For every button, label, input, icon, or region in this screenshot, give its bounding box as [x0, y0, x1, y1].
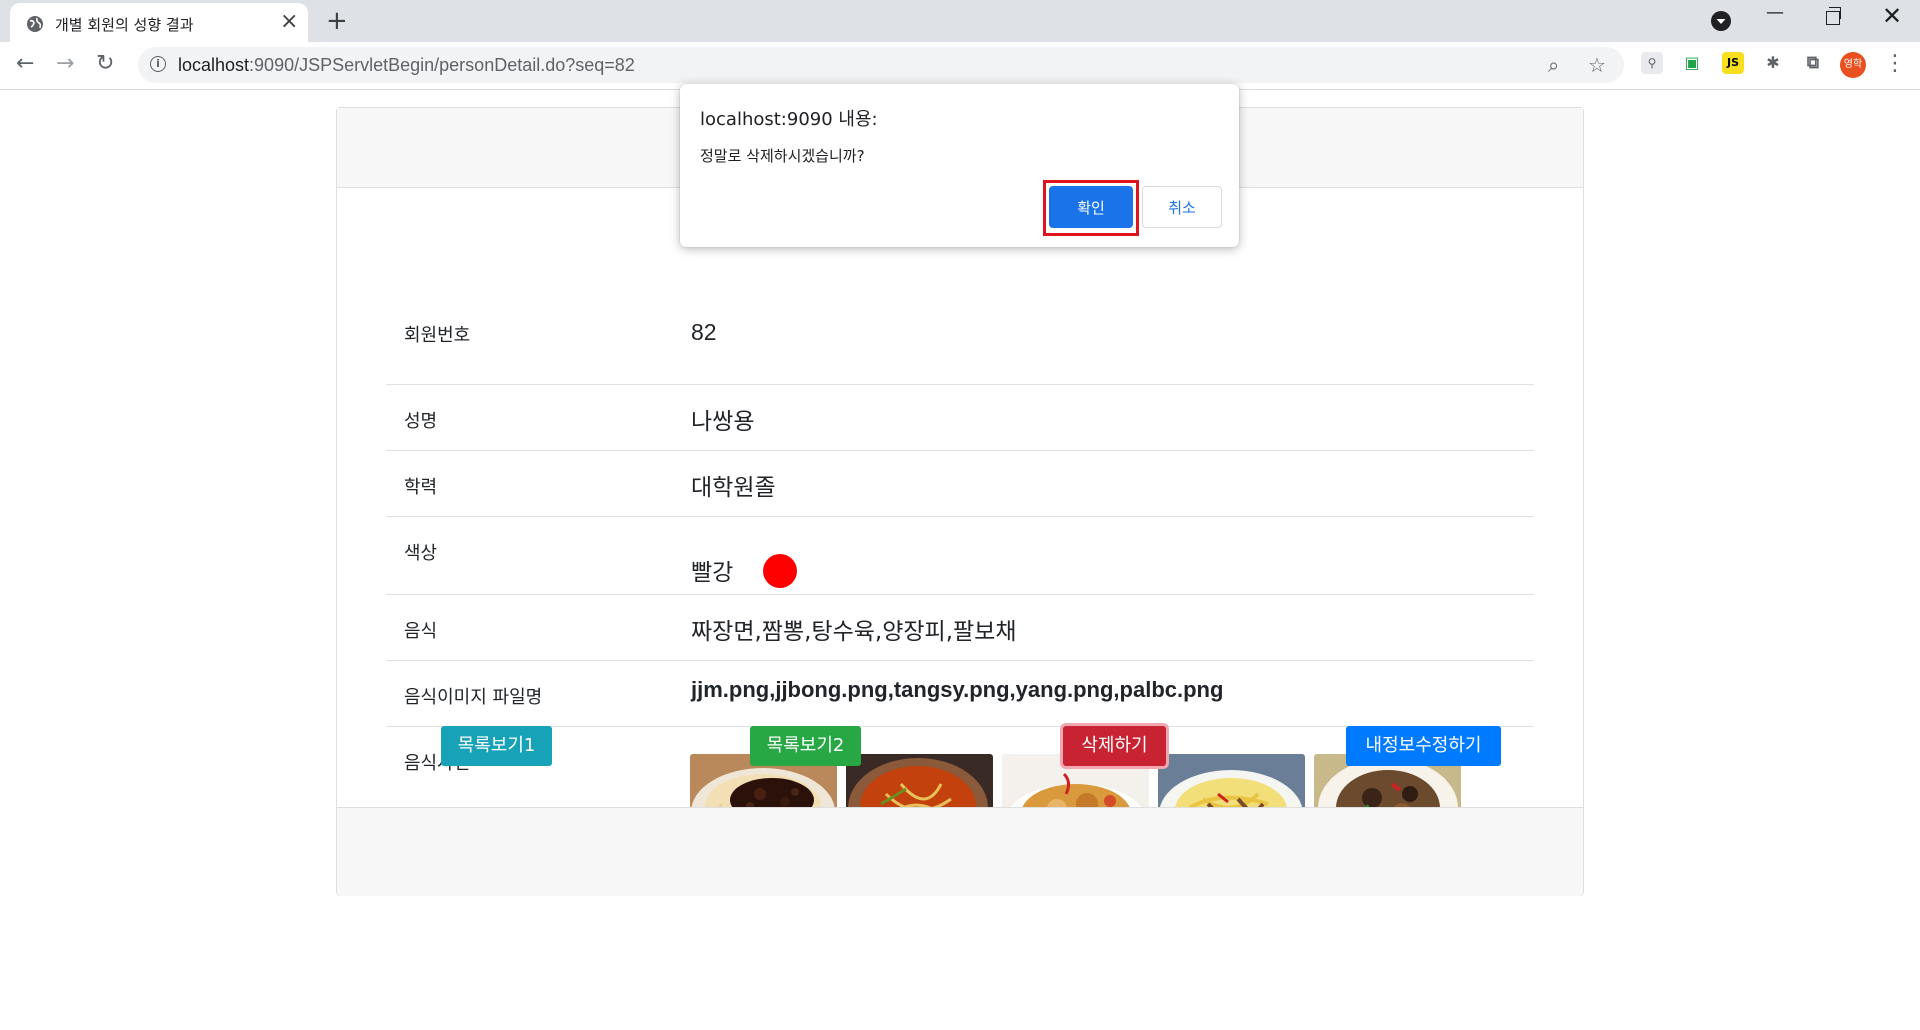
url-host: localhost — [178, 55, 250, 75]
confirm-cancel-button[interactable]: 취소 — [1142, 186, 1222, 228]
site-info-icon[interactable]: i — [150, 56, 166, 72]
delete-button[interactable]: 삭제하기 — [1063, 726, 1166, 766]
address-bar[interactable]: i localhost:9090/JSPServletBegin/personD… — [138, 47, 1624, 83]
list1-button[interactable]: 목록보기1 — [441, 726, 552, 766]
zoom-icon[interactable]: ⌕ — [1548, 53, 1559, 77]
extensions-puzzle-icon[interactable]: ⧉ — [1802, 52, 1824, 74]
confirm-dialog: localhost:9090 내용: 정말로 삭제하시겠습니까? 확인 취소 — [680, 84, 1239, 247]
card-footer — [337, 807, 1583, 896]
confirm-ok-button[interactable]: 확인 — [1049, 186, 1133, 228]
edit-info-button[interactable]: 내정보수정하기 — [1346, 726, 1501, 766]
reload-icon[interactable]: ↻ — [96, 52, 114, 76]
forward-arrow-icon[interactable]: → — [56, 52, 74, 76]
row-value: 대학원졸 — [691, 475, 776, 501]
extension-screen-icon[interactable]: ▣ — [1681, 52, 1703, 74]
row-label: 음식 — [404, 621, 438, 642]
tab-search-icon[interactable] — [1710, 10, 1732, 32]
row-label: 회원번호 — [404, 325, 471, 346]
profile-avatar[interactable]: 영학 — [1840, 52, 1866, 78]
window-restore-icon[interactable] — [1826, 7, 1841, 25]
window-minimize-icon[interactable]: — — [1766, 2, 1784, 23]
extension-js-icon[interactable]: JS — [1722, 52, 1744, 74]
window-close-icon[interactable]: ✕ — [1882, 4, 1902, 28]
bookmark-star-icon[interactable]: ☆ — [1588, 53, 1606, 77]
row-label: 색상 — [404, 543, 438, 564]
browser-tab-bar: 개별 회원의 성향 결과 × + — ✕ — [0, 0, 1920, 42]
row-value: 82 — [691, 319, 717, 345]
row-value: 빨강 — [691, 560, 734, 586]
row-label: 학력 — [404, 477, 438, 498]
dialog-message: 정말로 삭제하시겠습니까? — [700, 147, 865, 165]
detail-row-education: 학력 대학원졸 — [386, 451, 1534, 517]
tab-close-icon[interactable]: × — [280, 11, 298, 33]
color-swatch — [763, 554, 797, 588]
back-arrow-icon[interactable]: ← — [16, 52, 34, 76]
detail-row-food-filenames: 음식이미지 파일명 jjm.png,jjbong.png,tangsy.png,… — [386, 661, 1534, 727]
dialog-title: localhost:9090 내용: — [700, 109, 878, 130]
extension-magnifier-icon[interactable]: ⚲ — [1641, 52, 1663, 74]
extension-bug-icon[interactable]: ✱ — [1762, 52, 1784, 74]
tab-title: 개별 회원의 성향 결과 — [55, 16, 194, 34]
detail-row-food: 음식 짜장면,짬뽕,탕수육,양장피,팔보채 — [386, 595, 1534, 661]
browser-tab[interactable]: 개별 회원의 성향 결과 × — [10, 3, 308, 42]
row-value: 짜장면,짬뽕,탕수육,양장피,팔보채 — [691, 619, 1017, 645]
row-label: 음식이미지 파일명 — [404, 687, 543, 708]
detail-row-name: 성명 나쌍용 — [386, 385, 1534, 451]
globe-icon — [27, 16, 43, 32]
browser-toolbar: ← → ↻ i localhost:9090/JSPServletBegin/p… — [0, 42, 1920, 90]
list2-button[interactable]: 목록보기2 — [750, 726, 861, 766]
url-text[interactable]: localhost:9090/JSPServletBegin/personDet… — [178, 55, 635, 76]
row-label: 성명 — [404, 411, 438, 432]
row-value: 나쌍용 — [691, 409, 755, 435]
browser-menu-icon[interactable]: ⋮ — [1884, 50, 1906, 78]
new-tab-plus-icon[interactable]: + — [326, 7, 348, 35]
detail-row-color: 색상 빨강 — [386, 517, 1534, 595]
row-value: jjm.png,jjbong.png,tangsy.png,yang.png,p… — [691, 677, 1224, 702]
url-path: :9090/JSPServletBegin/personDetail.do?se… — [249, 55, 635, 75]
